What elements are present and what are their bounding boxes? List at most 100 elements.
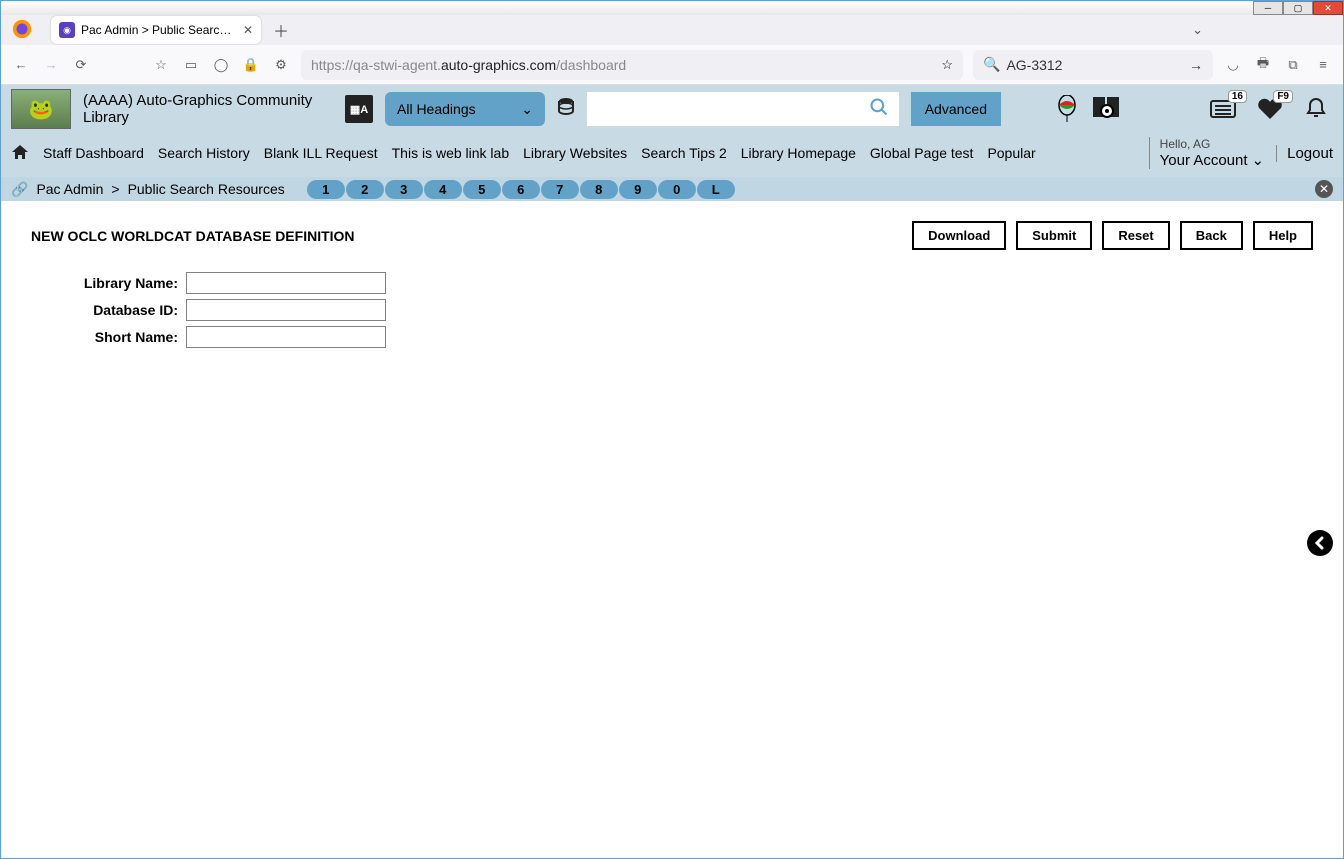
browser-tab[interactable]: ◉ Pac Admin > Public Search Res ✕ [51,16,261,44]
bookmark-star-icon[interactable]: ☆ [151,55,171,75]
chevron-down-icon: ⌄ [1252,151,1265,169]
window-minimize-button[interactable]: ─ [1253,1,1283,15]
barcode-scan-icon[interactable] [1091,95,1123,123]
breadcrumb-bar: 🔗 Pac Admin > Public Search Resources 1 … [1,177,1343,201]
advanced-label: Advanced [925,101,987,117]
back-button[interactable]: Back [1180,221,1243,250]
quick-pill[interactable]: 5 [463,180,501,199]
tab-favicon-icon: ◉ [59,22,75,38]
os-titlebar: ─ ▢ ✕ [1,1,1343,15]
database-id-label: Database ID: [31,302,186,318]
print-icon[interactable]: 🖶 [1253,55,1273,75]
library-name-label: Library Name: [31,275,186,291]
quick-pill[interactable]: 8 [580,180,618,199]
extensions-icon[interactable]: ⧉ [1283,55,1303,75]
bookmark-page-icon[interactable]: ☆ [941,57,953,73]
side-panel-toggle[interactable] [1307,530,1333,556]
org-name: (AAAA) Auto-Graphics Community Library [83,92,333,126]
help-button[interactable]: Help [1253,221,1313,250]
search-type-dropdown[interactable]: All Headings ⌄ [385,92,545,126]
language-icon[interactable]: ▦A [345,95,373,123]
hamburger-menu-icon[interactable]: ≡ [1313,55,1333,75]
quick-pill[interactable]: 9 [619,180,657,199]
database-icon[interactable] [557,97,575,122]
greeting-text: Hello, AG [1160,137,1264,151]
chevron-down-icon: ⌄ [521,101,533,118]
logout-link[interactable]: Logout [1276,145,1333,162]
nav-link[interactable]: Library Websites [523,145,627,161]
breadcrumb-separator: > [111,181,119,197]
nav-forward-button: → [41,55,61,75]
list-badge: 16 [1228,90,1247,103]
window-close-button[interactable]: ✕ [1313,1,1343,15]
nav-link[interactable]: This is web link lab [392,145,510,161]
heart-badge: F9 [1273,90,1293,103]
url-bar[interactable]: https://qa-stwi-agent.auto-graphics.com/… [301,50,963,80]
link-icon: 🔗 [11,181,28,198]
reset-button[interactable]: Reset [1102,221,1169,250]
short-name-label: Short Name: [31,329,186,345]
permissions-icon[interactable]: ⚙ [271,55,291,75]
search-go-icon[interactable]: → [1189,57,1203,73]
close-icon[interactable]: ✕ [1315,180,1333,198]
bell-icon[interactable] [1299,94,1333,124]
quick-pill[interactable]: 6 [502,180,540,199]
app-header: 🐸 (AAAA) Auto-Graphics Community Library… [1,85,1343,133]
main-nav: Staff Dashboard Search History Blank ILL… [1,133,1343,177]
quick-pill[interactable]: 3 [385,180,423,199]
quick-pill[interactable]: 0 [658,180,696,199]
tab-close-icon[interactable]: ✕ [243,23,253,37]
new-tab-button[interactable]: ＋ [267,16,295,44]
account-label: Your Account [1160,152,1248,169]
logout-label: Logout [1287,145,1333,162]
pocket-icon[interactable]: ◡ [1223,55,1243,75]
nav-link[interactable]: Popular [987,145,1035,161]
browser-navbar: ← → ⟳ ☆ ▭ ◯ 🔒 ⚙ https://qa-stwi-agent.au… [1,45,1343,85]
main-search-box [587,92,899,126]
quick-pill[interactable]: L [697,180,735,199]
shield-icon[interactable]: ◯ [211,55,231,75]
list-icon[interactable]: 16 [1207,94,1241,124]
nav-link[interactable]: Staff Dashboard [43,145,144,161]
browser-tabs-bar: ◉ Pac Admin > Public Search Res ✕ ＋ ⌄ [1,15,1343,45]
tab-title: Pac Admin > Public Search Res [81,23,237,37]
short-name-input[interactable] [186,326,386,348]
your-account-dropdown[interactable]: Your Account ⌄ [1160,151,1264,169]
home-icon[interactable] [11,144,29,163]
window-maximize-button[interactable]: ▢ [1283,1,1313,15]
nav-link[interactable]: Global Page test [870,145,974,161]
balloon-icon[interactable] [1055,95,1079,123]
nav-link[interactable]: Blank ILL Request [264,145,378,161]
download-button[interactable]: Download [912,221,1006,250]
nav-reload-button[interactable]: ⟳ [71,55,91,75]
browser-search-box[interactable]: 🔍 AG-3312 → [973,50,1213,80]
library-icon[interactable]: ▭ [181,55,201,75]
search-type-label: All Headings [397,101,476,117]
submit-button[interactable]: Submit [1016,221,1092,250]
page-title: NEW OCLC WORLDCAT DATABASE DEFINITION [31,228,355,244]
search-icon: 🔍 [983,56,1000,73]
browser-search-value: AG-3312 [1006,57,1062,73]
library-name-input[interactable] [186,272,386,294]
search-icon[interactable] [869,97,889,122]
url-text: https://qa-stwi-agent.auto-graphics.com/… [311,57,626,73]
quick-pill[interactable]: 4 [424,180,462,199]
nav-link[interactable]: Search History [158,145,250,161]
nav-link[interactable]: Library Homepage [741,145,856,161]
firefox-icon [11,18,33,43]
advanced-search-button[interactable]: Advanced [911,92,1001,126]
content-area: NEW OCLC WORLDCAT DATABASE DEFINITION Do… [1,201,1343,858]
heart-icon[interactable]: F9 [1253,94,1287,124]
main-search-input[interactable] [597,101,869,117]
quick-pill[interactable]: 1 [307,180,345,199]
breadcrumb-item[interactable]: Public Search Resources [128,181,285,197]
nav-back-button[interactable]: ← [11,55,31,75]
quick-pill[interactable]: 7 [541,180,579,199]
org-logo[interactable]: 🐸 [11,89,71,129]
tabs-overflow-button[interactable]: ⌄ [1192,22,1203,38]
nav-link[interactable]: Search Tips 2 [641,145,727,161]
breadcrumb-item[interactable]: Pac Admin [36,181,103,197]
lock-icon[interactable]: 🔒 [241,55,261,75]
database-id-input[interactable] [186,299,386,321]
quick-pill[interactable]: 2 [346,180,384,199]
